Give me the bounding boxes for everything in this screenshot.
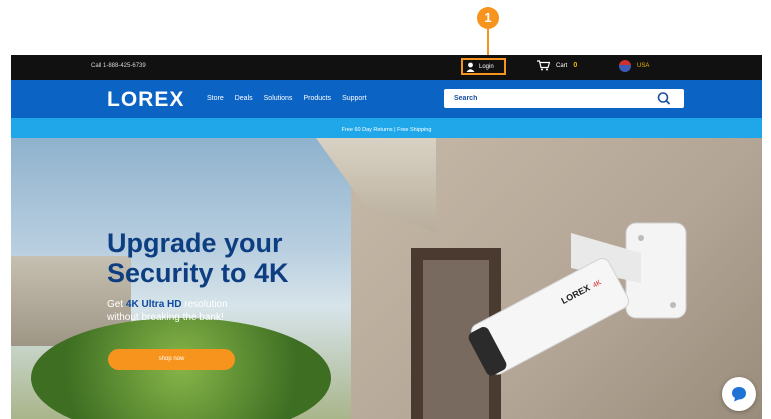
search-icon	[657, 92, 671, 105]
shop-now-button[interactable]: shop now	[108, 349, 235, 370]
main-navigation: LOREX Store Deals Solutions Products Sup…	[11, 80, 762, 118]
cart-count: 0	[573, 62, 578, 69]
top-utility-bar: Call 1-888-425-6739 Login Cart 0 USA	[11, 55, 762, 80]
hero-headline-line-2: Security to 4K	[107, 258, 289, 288]
cart-icon	[537, 60, 550, 71]
chat-button[interactable]	[722, 377, 756, 411]
cart-link[interactable]: Cart 0	[537, 60, 577, 71]
subtitle-prefix: Get	[107, 299, 124, 310]
hero-headline-line-1: Upgrade your	[107, 228, 283, 258]
step-pointer-line	[487, 29, 489, 56]
nav-menu: Store Deals Solutions Products Support	[207, 95, 367, 102]
nav-item-support[interactable]: Support	[342, 95, 367, 102]
nav-item-deals[interactable]: Deals	[235, 95, 253, 102]
user-icon	[466, 62, 475, 72]
lorex-logo[interactable]: LOREX	[107, 88, 184, 112]
hero-subtitle: Get 4K Ultra HD resolution without break…	[107, 298, 277, 324]
search-input[interactable]	[444, 89, 684, 108]
nav-item-solutions[interactable]: Solutions	[264, 95, 293, 102]
promo-text: Free 60 Day Returns | Free Shipping	[341, 127, 432, 133]
search-button[interactable]	[651, 89, 677, 108]
chat-bubble-icon	[732, 387, 746, 402]
region-selector[interactable]: USA	[619, 60, 649, 72]
cart-label: Cart	[556, 62, 568, 69]
hero-banner: LOREX 4K Upgrade your Security to 4K Get…	[11, 138, 762, 419]
security-camera-image: LOREX 4K	[468, 222, 687, 376]
login-label: Login	[479, 63, 494, 70]
subtitle-rest: resolution	[184, 299, 228, 310]
nav-item-store[interactable]: Store	[207, 95, 224, 102]
us-flag-icon	[619, 60, 631, 72]
subtitle-line-2: without breaking the bank!	[107, 312, 224, 323]
step-number-badge: 1	[477, 7, 499, 29]
subtitle-highlight: 4K Ultra HD	[125, 299, 182, 310]
promo-banner: Free 60 Day Returns | Free Shipping	[11, 118, 762, 138]
nav-item-products[interactable]: Products	[303, 95, 331, 102]
hero-headline: Upgrade your Security to 4K	[107, 228, 289, 288]
phone-number-text: Call 1-888-425-6739	[91, 63, 146, 69]
region-label: USA	[637, 63, 650, 69]
login-link[interactable]: Login	[461, 58, 506, 75]
annotation-area: 1	[0, 0, 771, 56]
